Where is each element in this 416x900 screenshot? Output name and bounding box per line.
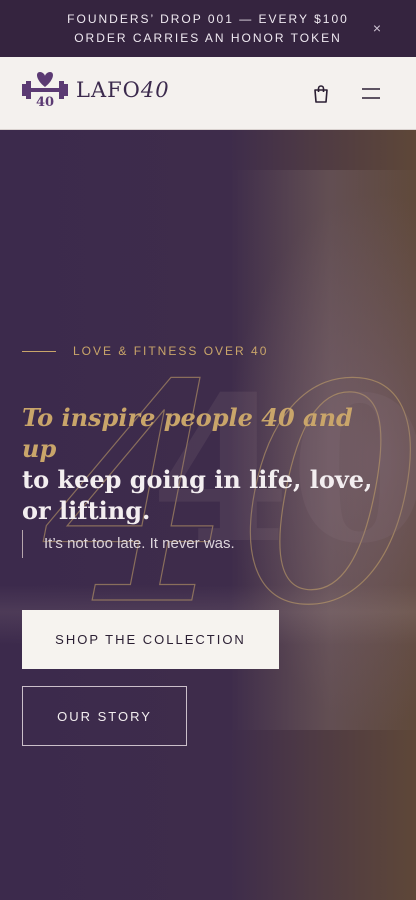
hero-headline: To inspire people 40 and up to keep goin…: [22, 402, 382, 526]
headline-rest: to keep going in life, love, or lifting.: [22, 465, 373, 525]
logo[interactable]: 40 LAFO40: [22, 71, 170, 109]
logo-word: LAFO: [76, 78, 141, 102]
announcement-bar: FOUNDERS’ DROP 001 — EVERY $100 ORDER CA…: [0, 0, 416, 57]
hero-quote: It’s not too late. It never was.: [44, 535, 235, 552]
logo-badge-number: 40: [36, 95, 54, 109]
quote-rule: [22, 530, 23, 558]
logo-number: 40: [140, 78, 170, 102]
hamburger-menu-icon[interactable]: [361, 85, 381, 103]
shop-collection-button[interactable]: SHOP THE COLLECTION: [22, 610, 279, 669]
headline-accent: To inspire people 40 and up: [22, 403, 353, 463]
heart-dumbbell-logo-icon: 40: [22, 72, 68, 109]
hero-section: 40 40 LOVE & FITNESS OVER 40 To inspire …: [0, 130, 416, 900]
logo-wordmark: LAFO40: [76, 78, 170, 102]
our-story-button[interactable]: OUR STORY: [22, 686, 187, 746]
hero-eyebrow: LOVE & FITNESS OVER 40: [73, 344, 269, 358]
announcement-text: FOUNDERS’ DROP 001 — EVERY $100 ORDER CA…: [67, 11, 349, 45]
close-icon[interactable]: ×: [370, 20, 386, 36]
shopping-bag-icon[interactable]: [311, 84, 331, 104]
eyebrow-rule: [22, 351, 56, 352]
site-header: 40 LAFO40: [0, 57, 416, 130]
